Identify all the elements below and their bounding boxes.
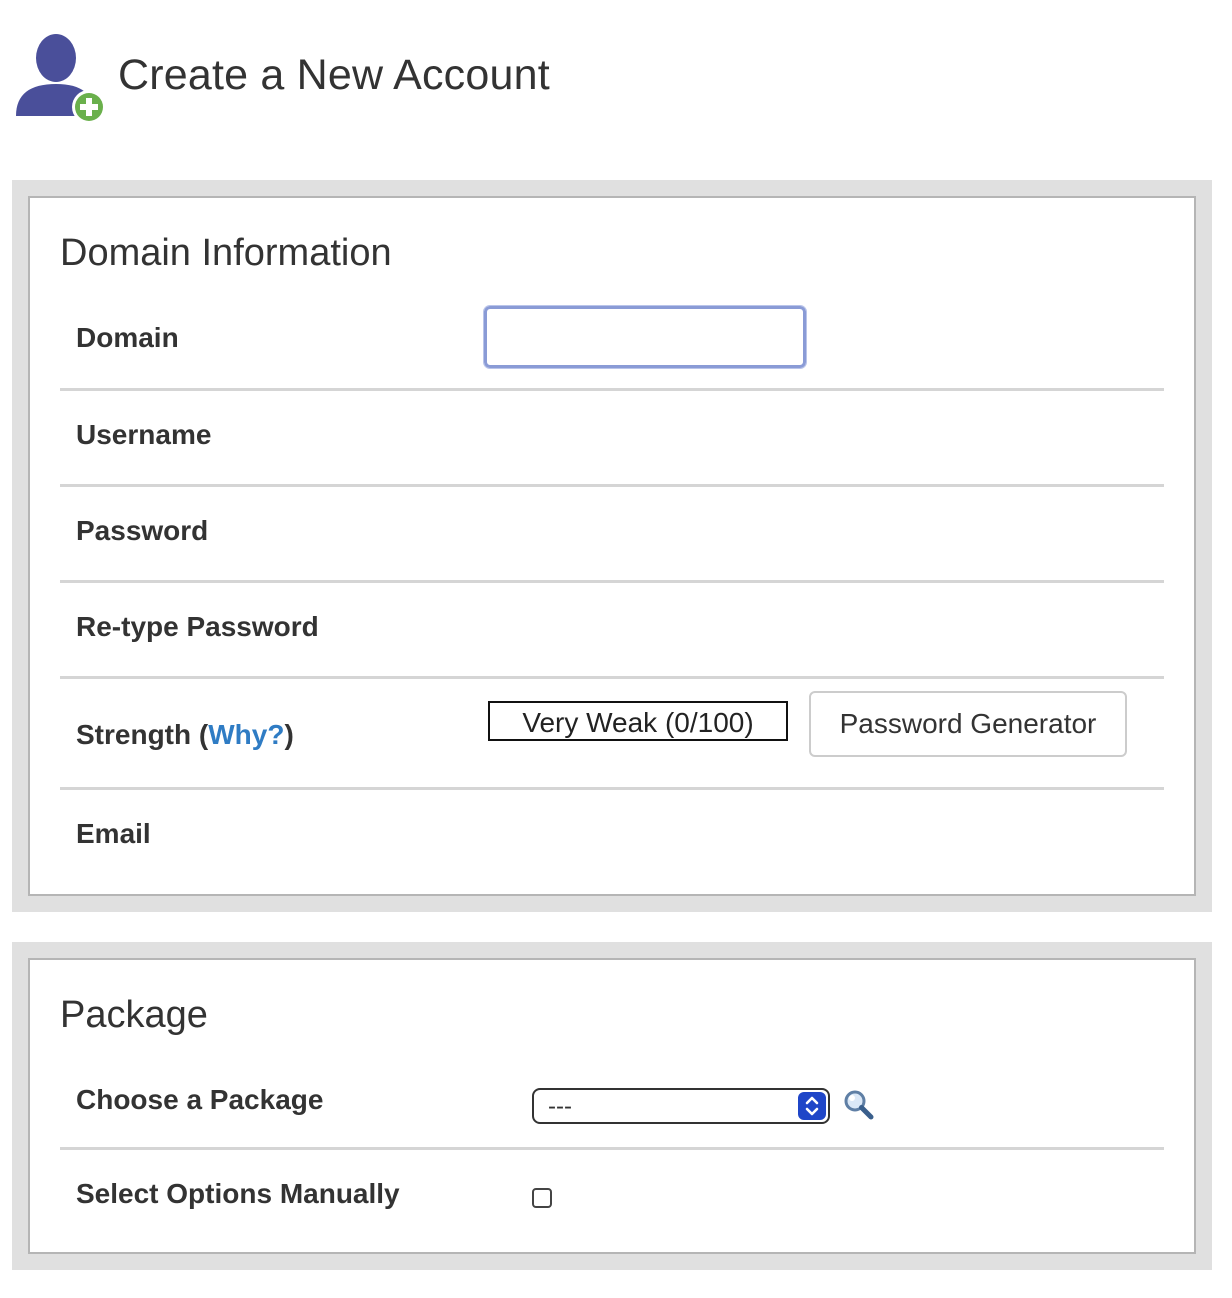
search-icon[interactable] <box>842 1088 876 1122</box>
select-options-manually-label: Select Options Manually <box>76 1178 400 1209</box>
email-label: Email <box>76 818 151 849</box>
choose-package-row: Choose a Package --- <box>60 1066 1164 1150</box>
add-user-icon <box>12 30 108 126</box>
email-row: Email <box>60 790 1164 886</box>
username-label: Username <box>76 419 212 450</box>
package-select[interactable]: --- <box>532 1088 830 1124</box>
domain-information-panel: Domain Information Domain Username Passw… <box>12 180 1212 912</box>
domain-fields: Domain Username Password Re-type Passwor… <box>60 296 1164 886</box>
package-panel: Package Choose a Package --- Select Opti… <box>12 942 1212 1270</box>
password-label: Password <box>76 515 209 546</box>
domain-information-title: Domain Information <box>60 232 392 274</box>
page-header: Create a New Account <box>12 30 550 126</box>
strength-row: Strength (Why?) Very Weak (0/100) Passwo… <box>60 679 1164 790</box>
choose-package-label: Choose a Package <box>76 1084 324 1115</box>
select-options-manually-row: Select Options Manually <box>60 1150 1164 1246</box>
why-link[interactable]: Why? <box>208 719 284 750</box>
password-generator-button[interactable]: Password Generator <box>809 691 1127 757</box>
domain-information-card: Domain Information Domain Username Passw… <box>28 196 1196 896</box>
package-select-value: --- <box>548 1093 572 1120</box>
strength-label: Strength (Why?) <box>76 719 294 751</box>
domain-input[interactable] <box>483 305 807 369</box>
strength-label-suffix: ) <box>284 719 294 750</box>
package-fields: Choose a Package --- Select Options Manu… <box>60 1066 1164 1246</box>
domain-row: Domain <box>60 296 1164 391</box>
select-options-manually-checkbox[interactable] <box>532 1188 552 1208</box>
retype-password-row: Re-type Password <box>60 583 1164 679</box>
password-strength-meter: Very Weak (0/100) <box>488 701 788 741</box>
select-arrows-icon <box>798 1092 826 1120</box>
page-title: Create a New Account <box>118 50 550 99</box>
retype-password-label: Re-type Password <box>76 611 319 642</box>
username-row: Username <box>60 391 1164 487</box>
package-card: Package Choose a Package --- Select Opti… <box>28 958 1196 1254</box>
package-title: Package <box>60 994 208 1036</box>
strength-label-prefix: Strength ( <box>76 719 209 750</box>
password-row: Password <box>60 487 1164 583</box>
domain-label: Domain <box>76 322 179 353</box>
